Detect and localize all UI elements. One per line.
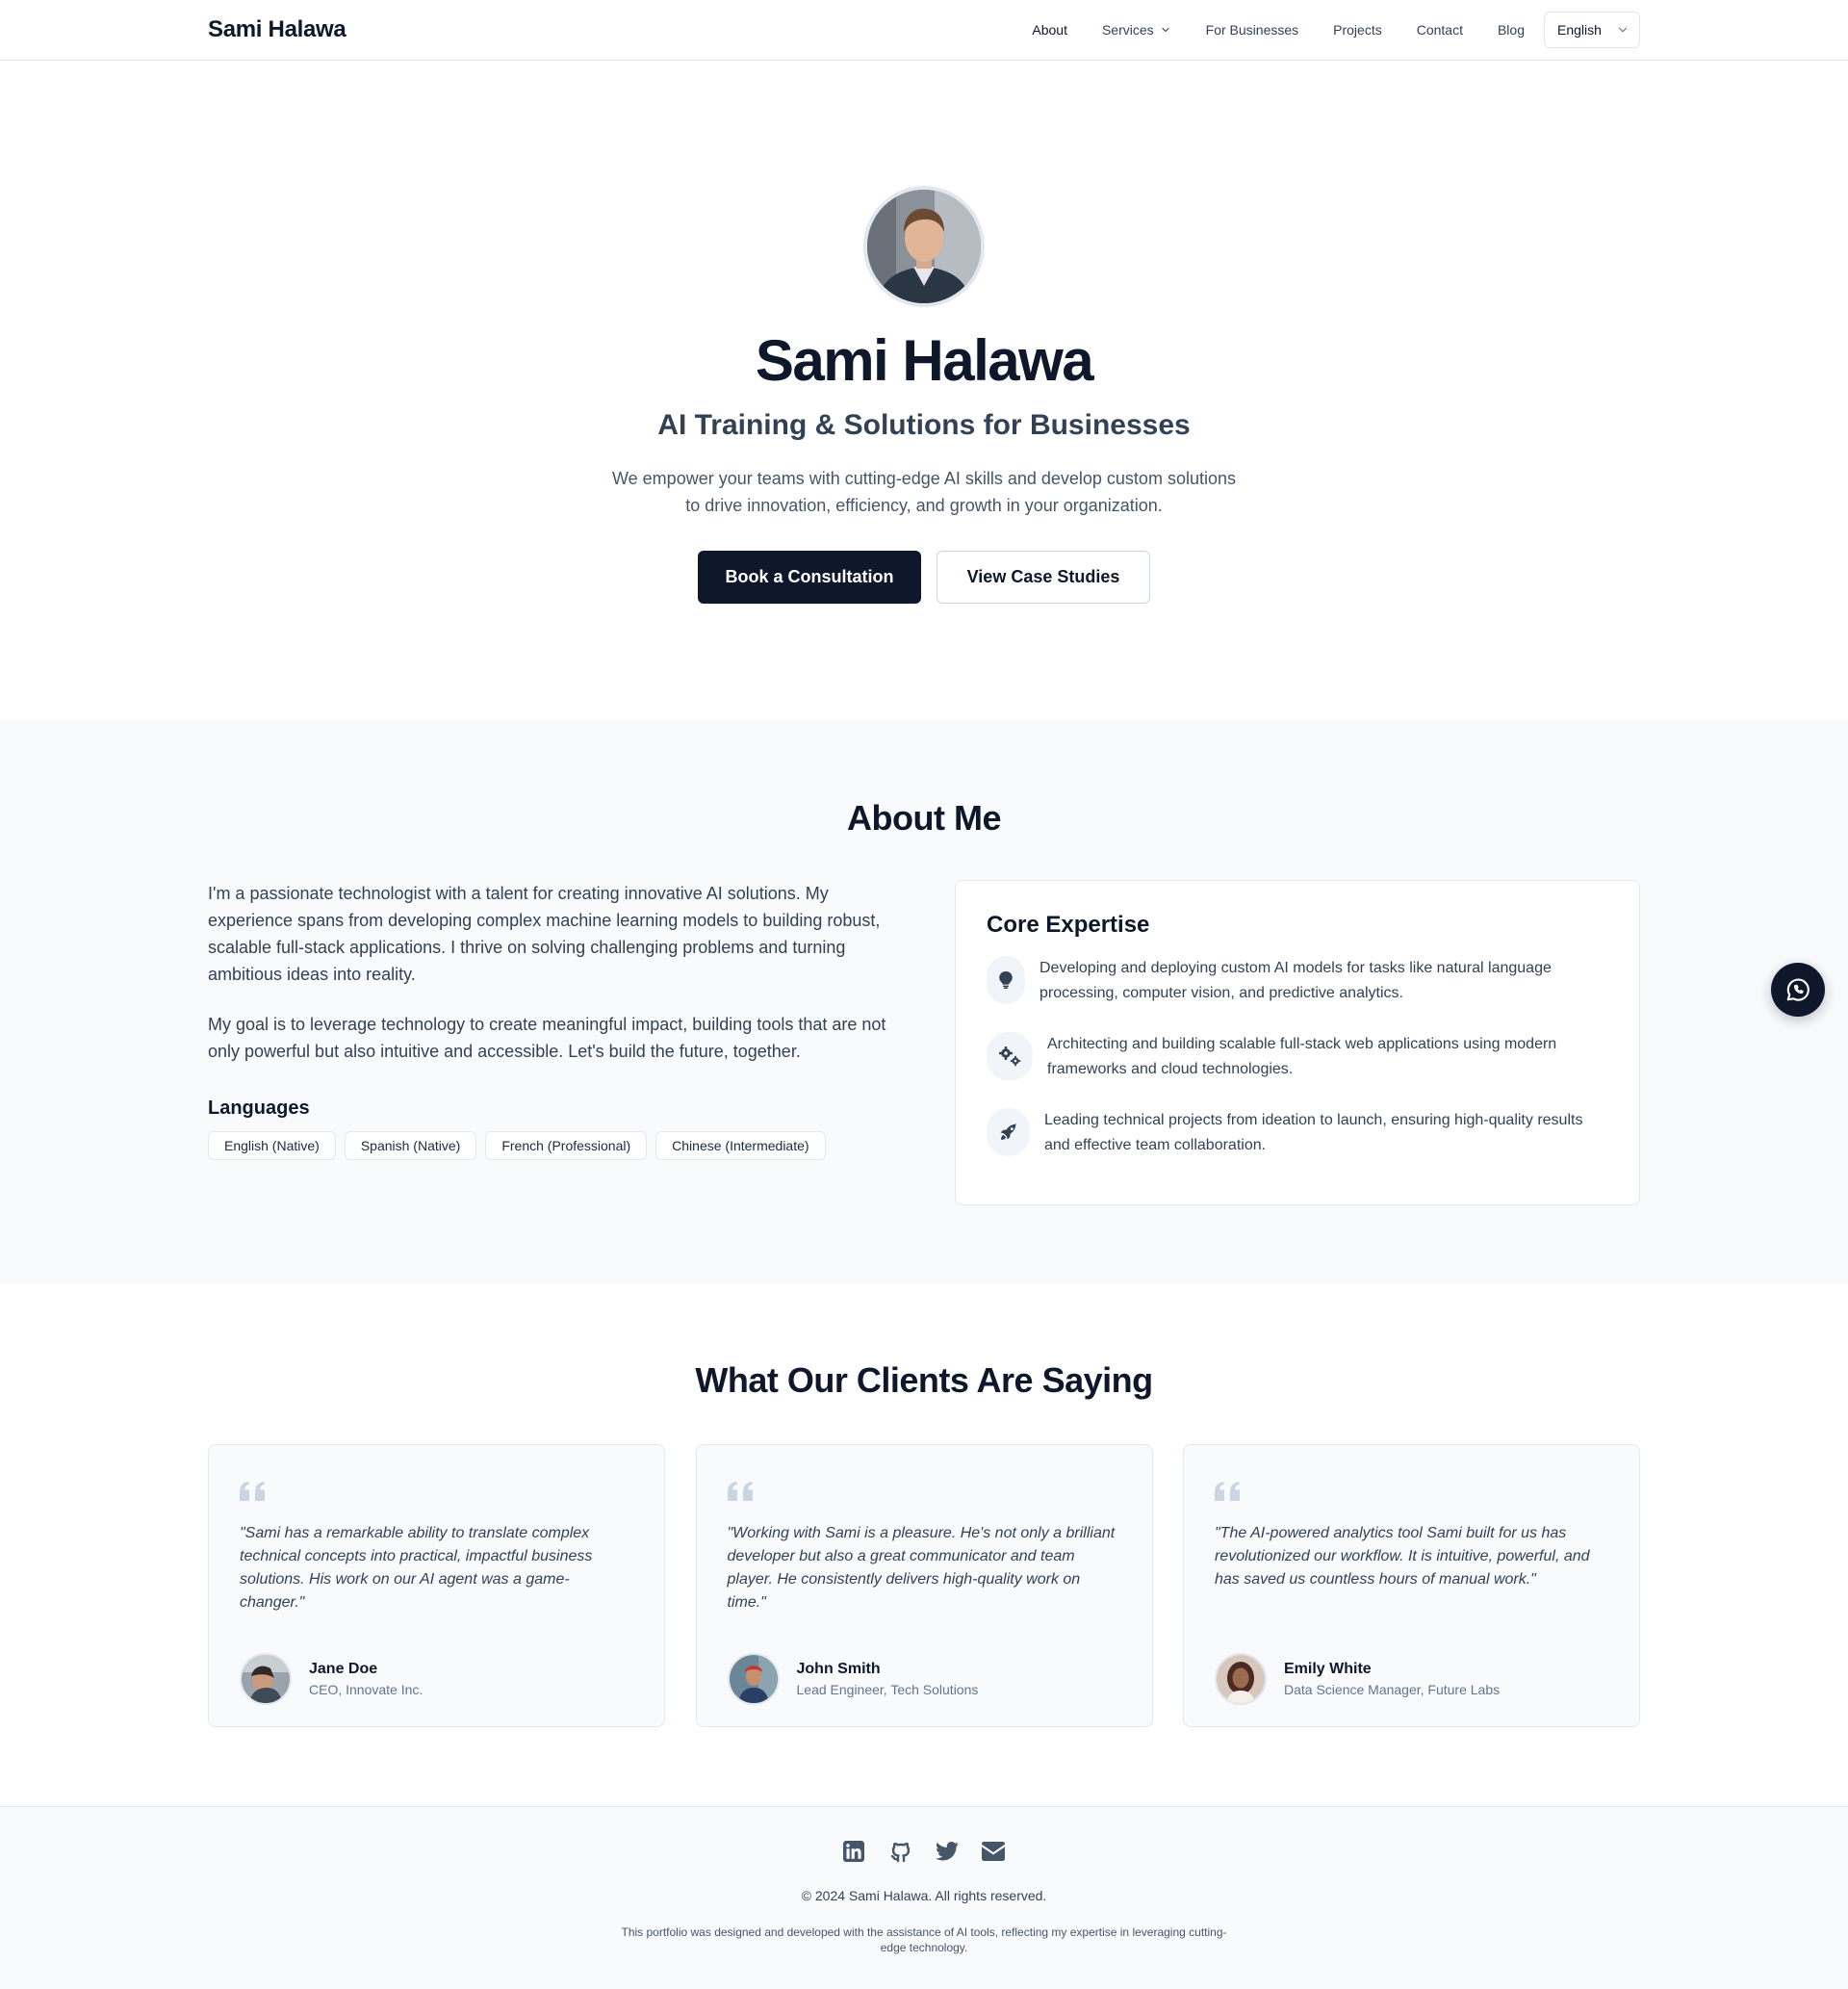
testimonial-quote: "Working with Sami is a pleasure. He's n… — [727, 1525, 1116, 1611]
language-tag: French (Professional) — [485, 1131, 648, 1160]
hero-tagline: AI Training & Solutions for Businesses — [657, 409, 1191, 441]
quote-icon — [1215, 1482, 1608, 1505]
lightbulb-icon — [987, 956, 1025, 1004]
view-case-studies-button[interactable]: View Case Studies — [937, 551, 1150, 604]
hero-section: Sami Halawa AI Training & Solutions for … — [0, 61, 1848, 720]
about-bio: I'm a passionate technologist with a tal… — [208, 880, 901, 1205]
github-icon[interactable] — [889, 1841, 912, 1864]
copyright: © 2024 Sami Halawa. All rights reserved. — [801, 1888, 1047, 1903]
email-icon[interactable] — [982, 1841, 1005, 1864]
language-select[interactable]: English — [1544, 12, 1640, 48]
language-tag: Spanish (Native) — [344, 1131, 477, 1160]
testimonial-name: John Smith — [796, 1661, 881, 1677]
testimonials-section: What Our Clients Are Saying "Sami has a … — [0, 1284, 1848, 1806]
language-tag: English (Native) — [208, 1131, 336, 1160]
expertise-text: Leading technical projects from ideation… — [1044, 1112, 1583, 1153]
nav-link-for-businesses[interactable]: For Businesses — [1206, 22, 1298, 38]
testimonial-quote: "Sami has a remarkable ability to transl… — [240, 1525, 593, 1611]
nav-link-contact[interactable]: Contact — [1417, 22, 1463, 38]
quote-icon — [240, 1482, 633, 1505]
about-title: About Me — [847, 798, 1001, 838]
testimonial-author: Jane Doe CEO, Innovate Inc. — [240, 1653, 633, 1705]
language-select-value: English — [1557, 22, 1602, 38]
hero-description: We empower your teams with cutting-edge … — [612, 469, 1236, 515]
twitter-icon[interactable] — [936, 1841, 959, 1864]
gears-icon — [987, 1032, 1033, 1080]
nav-link-blog[interactable]: Blog — [1498, 22, 1525, 38]
testimonial-card: "The AI-powered analytics tool Sami buil… — [1183, 1444, 1640, 1727]
quote-icon — [727, 1482, 1121, 1505]
rocket-icon — [987, 1108, 1030, 1156]
expertise-text: Developing and deploying custom AI model… — [1040, 960, 1552, 1001]
nav-link-about[interactable]: About — [1032, 22, 1067, 38]
testimonials-title: What Our Clients Are Saying — [695, 1360, 1153, 1400]
testimonial-role: CEO, Innovate Inc. — [309, 1682, 424, 1697]
about-paragraph: I'm a passionate technologist with a tal… — [208, 884, 881, 984]
footer-disclaimer: This portfolio was designed and develope… — [621, 1925, 1227, 1954]
expertise-item: Developing and deploying custom AI model… — [987, 956, 1608, 1006]
testimonial-name: Emily White — [1284, 1661, 1372, 1677]
avatar — [727, 1653, 780, 1705]
testimonial-role: Data Science Manager, Future Labs — [1284, 1682, 1501, 1697]
chevron-down-icon — [1160, 24, 1171, 36]
testimonial-author: John Smith Lead Engineer, Tech Solutions — [727, 1653, 1121, 1705]
expertise-item: Architecting and building scalable full-… — [987, 1032, 1608, 1082]
languages-heading: Languages — [208, 1098, 310, 1119]
testimonial-quote: "The AI-powered analytics tool Sami buil… — [1215, 1525, 1590, 1588]
social-links — [0, 1841, 1848, 1864]
expertise-text: Architecting and building scalable full-… — [1047, 1036, 1557, 1077]
navbar: Sami Halawa About Services For Businesse… — [0, 0, 1848, 61]
profile-avatar — [863, 186, 985, 307]
testimonial-name: Jane Doe — [309, 1661, 378, 1677]
expertise-item: Leading technical projects from ideation… — [987, 1108, 1608, 1158]
about-section: About Me I'm a passionate technologist w… — [0, 720, 1848, 1284]
brand-logo[interactable]: Sami Halawa — [208, 16, 346, 43]
language-tag: Chinese (Intermediate) — [655, 1131, 826, 1160]
about-paragraph: My goal is to leverage technology to cre… — [208, 1015, 886, 1061]
whatsapp-icon — [1784, 976, 1811, 1003]
footer: © 2024 Sami Halawa. All rights reserved.… — [0, 1806, 1848, 1989]
testimonial-card: "Sami has a remarkable ability to transl… — [208, 1444, 665, 1727]
testimonial-author: Emily White Data Science Manager, Future… — [1215, 1653, 1608, 1705]
avatar — [240, 1653, 292, 1705]
chevron-down-icon — [1616, 23, 1630, 37]
core-expertise-card: Core Expertise Developing and deploying … — [955, 880, 1640, 1205]
hero-buttons: Book a Consultation View Case Studies — [0, 551, 1848, 604]
nav-link-services-label: Services — [1101, 22, 1154, 38]
testimonial-card: "Working with Sami is a pleasure. He's n… — [695, 1444, 1153, 1727]
whatsapp-button[interactable] — [1771, 963, 1825, 1017]
hero-name: Sami Halawa — [755, 328, 1094, 393]
nav-link-projects[interactable]: Projects — [1333, 22, 1382, 38]
nav-link-services[interactable]: Services — [1102, 22, 1171, 38]
avatar — [1215, 1653, 1267, 1705]
language-tags: English (Native) Spanish (Native) French… — [208, 1131, 901, 1160]
linkedin-icon[interactable] — [843, 1841, 866, 1864]
book-consultation-button[interactable]: Book a Consultation — [698, 551, 921, 604]
core-expertise-title: Core Expertise — [987, 912, 1150, 938]
testimonial-role: Lead Engineer, Tech Solutions — [796, 1682, 979, 1697]
nav-links: About Services For Businesses Projects C… — [997, 12, 1640, 48]
